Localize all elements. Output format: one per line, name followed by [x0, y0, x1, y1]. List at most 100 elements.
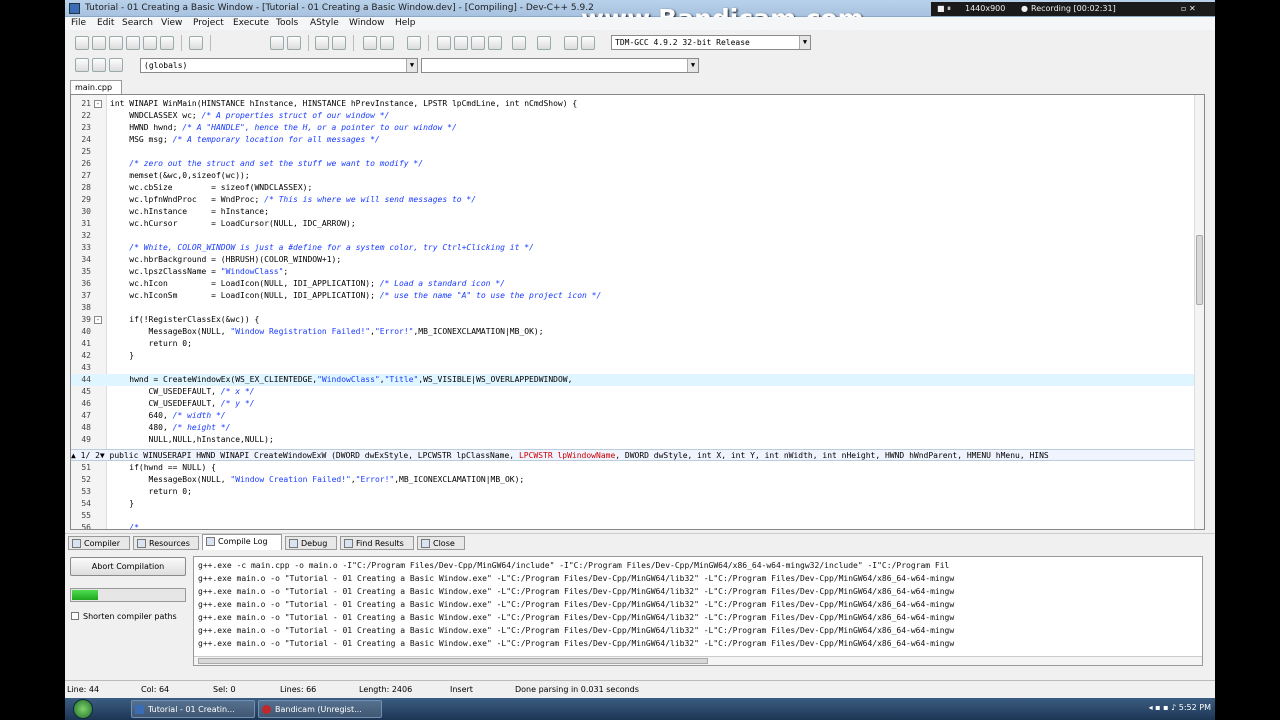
replace-icon[interactable]	[287, 36, 301, 50]
print-icon[interactable]	[189, 36, 203, 50]
menu-project[interactable]: Project	[193, 18, 224, 28]
code-line[interactable]: 39- if(!RegisterClassEx(&wc)) {	[71, 314, 1196, 326]
checkbox-box[interactable]	[71, 612, 79, 620]
code-line[interactable]: 31 wc.hCursor = LoadCursor(NULL, IDC_ARR…	[71, 218, 1196, 230]
bookmark-icon[interactable]	[407, 36, 421, 50]
compile-icon[interactable]	[437, 36, 451, 50]
menu-window[interactable]: Window	[349, 18, 385, 28]
task-devcpp[interactable]: Tutorial - 01 Creatin...	[131, 700, 255, 718]
start-button[interactable]	[73, 699, 93, 719]
code-line[interactable]: 54 }	[71, 498, 1196, 510]
indent-icon[interactable]	[315, 36, 329, 50]
compile-progress-fill	[72, 590, 98, 600]
abort-compilation-button[interactable]: Abort Compilation	[70, 557, 186, 576]
menu-view[interactable]: View	[161, 18, 182, 28]
tray-icons[interactable]: ◂ ▪ ▪ ♪	[1149, 703, 1179, 712]
code-line[interactable]: 45 CW_USEDEFAULT, /* x */	[71, 386, 1196, 398]
compile-log-output[interactable]: g++.exe -c main.cpp -o main.o -I"C:/Prog…	[193, 556, 1203, 666]
line-number: 42	[81, 351, 91, 360]
window-controls-icon[interactable]: ▫ ✕	[1181, 4, 1196, 13]
code-line[interactable]: 37 wc.hIconSm = LoadIcon(NULL, IDI_APPLI…	[71, 290, 1196, 302]
scrollbar-thumb[interactable]	[198, 658, 708, 664]
compile-run-icon[interactable]	[471, 36, 485, 50]
close-all-icon[interactable]	[160, 36, 174, 50]
code-line[interactable]: 43	[71, 362, 1196, 374]
code-line[interactable]: 27 memset(&wc,0,sizeof(wc));	[71, 170, 1196, 182]
code-line[interactable]: 40 MessageBox(NULL, "Window Registration…	[71, 326, 1196, 338]
close-file-icon[interactable]	[143, 36, 157, 50]
code-line[interactable]: 28 wc.cbSize = sizeof(WNDCLASSEX);	[71, 182, 1196, 194]
code-line[interactable]: 35 wc.lpszClassName = "WindowClass";	[71, 266, 1196, 278]
menu-edit[interactable]: Edit	[97, 18, 114, 28]
profile-icon[interactable]	[581, 36, 595, 50]
open-file-icon[interactable]	[92, 36, 106, 50]
code-line[interactable]: 56 /*	[71, 522, 1196, 529]
debug-icon[interactable]	[564, 36, 578, 50]
code-line[interactable]: 21- int WINAPI WinMain(HINSTANCE hInstanc…	[71, 98, 1196, 110]
tab-main-cpp[interactable]: main.cpp	[70, 80, 122, 94]
menu-astyle[interactable]: AStyle	[310, 18, 339, 28]
new-file-icon[interactable]	[75, 36, 89, 50]
tab-debug[interactable]: Debug	[285, 536, 337, 550]
member-select[interactable]: ▼	[421, 58, 699, 73]
code-line[interactable]: 42 }	[71, 350, 1196, 362]
code-line[interactable]: 52 MessageBox(NULL, "Window Creation Fai…	[71, 474, 1196, 486]
back-icon[interactable]	[363, 36, 377, 50]
save-all-icon[interactable]	[126, 36, 140, 50]
code-line[interactable]: 30 wc.hInstance = hInstance;	[71, 206, 1196, 218]
pause-icon[interactable]: ⏸	[947, 4, 951, 14]
code-line[interactable]: 26 /* zero out the struct and set the st…	[71, 158, 1196, 170]
save-icon[interactable]	[109, 36, 123, 50]
code-line[interactable]: 47 640, /* width */	[71, 410, 1196, 422]
task-bandicam[interactable]: Bandicam (Unregist...	[258, 700, 382, 718]
code-line[interactable]: 46 CW_USEDEFAULT, /* y */	[71, 398, 1196, 410]
code-editor[interactable]: 21- int WINAPI WinMain(HINSTANCE hInstanc…	[70, 94, 1205, 530]
menu-execute[interactable]: Execute	[233, 18, 269, 28]
run-icon[interactable]	[454, 36, 468, 50]
code-line[interactable]: 34 wc.hbrBackground = (HBRUSH)(COLOR_WIN…	[71, 254, 1196, 266]
fold-toggle-icon[interactable]: -	[94, 100, 102, 108]
code-line[interactable]: 29 wc.lpfnWndProc = WndProc; /* This is …	[71, 194, 1196, 206]
new-class-icon[interactable]	[75, 58, 89, 72]
code-line[interactable]: 24 MSG msg; /* A temporary location for …	[71, 134, 1196, 146]
unindent-icon[interactable]	[332, 36, 346, 50]
scrollbar-thumb[interactable]	[1196, 235, 1203, 305]
code-line[interactable]: 33 /* White, COLOR_WINDOW is just a #def…	[71, 242, 1196, 254]
menu-file[interactable]: File	[71, 18, 86, 28]
editor-vertical-scrollbar[interactable]	[1194, 95, 1204, 529]
log-horizontal-scrollbar[interactable]	[194, 656, 1202, 665]
menu-help[interactable]: Help	[395, 18, 416, 28]
code-line[interactable]: 41 return 0;	[71, 338, 1196, 350]
code-line[interactable]: 55	[71, 510, 1196, 522]
code-line[interactable]: 38	[71, 302, 1196, 314]
code-line[interactable]: 51 if(hwnd == NULL) {	[71, 462, 1196, 474]
fold-toggle-icon[interactable]: -	[94, 316, 102, 324]
code-line[interactable]: 22 WNDCLASSEX wc; /* A properties struct…	[71, 110, 1196, 122]
goto-definition-icon[interactable]	[109, 58, 123, 72]
shorten-paths-checkbox[interactable]: Shorten compiler paths	[71, 612, 177, 621]
rebuild-icon[interactable]	[488, 36, 502, 50]
scope-select[interactable]: (globals) ▼	[140, 58, 418, 73]
code-line[interactable]: 25	[71, 146, 1196, 158]
tab-resources[interactable]: Resources	[133, 536, 199, 550]
code-line[interactable]: 23 HWND hwnd; /* A "HANDLE", hence the H…	[71, 122, 1196, 134]
code-line[interactable]: 48 480, /* height */	[71, 422, 1196, 434]
menu-tools[interactable]: Tools	[276, 18, 298, 28]
title-bar: Tutorial - 01 Creating a Basic Window - …	[65, 0, 1215, 33]
find-icon[interactable]	[270, 36, 284, 50]
tab-compiler[interactable]: Compiler	[68, 536, 130, 550]
tab-compile-log[interactable]: Compile Log	[202, 534, 282, 551]
code-line[interactable]: 32	[71, 230, 1196, 242]
check-syntax-icon[interactable]	[512, 36, 526, 50]
tab-find-results[interactable]: Find Results	[340, 536, 414, 550]
tab-close[interactable]: Close	[417, 536, 465, 550]
menu-search[interactable]: Search	[122, 18, 153, 28]
forward-icon[interactable]	[380, 36, 394, 50]
stop-icon[interactable]	[537, 36, 551, 50]
goto-declaration-icon[interactable]	[92, 58, 106, 72]
code-line[interactable]: 36 wc.hIcon = LoadIcon(NULL, IDI_APPLICA…	[71, 278, 1196, 290]
compiler-select[interactable]: TDM-GCC 4.9.2 32-bit Release ▼	[611, 35, 811, 50]
code-line[interactable]: 49 NULL,NULL,hInstance,NULL);	[71, 434, 1196, 446]
code-line[interactable]: 53 return 0;	[71, 486, 1196, 498]
code-line[interactable]: 44 hwnd = CreateWindowEx(WS_EX_CLIENTEDG…	[71, 374, 1196, 386]
